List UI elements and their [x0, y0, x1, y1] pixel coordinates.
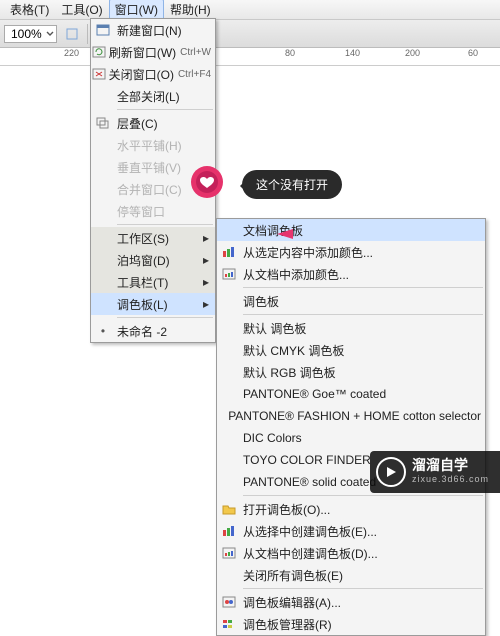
submenu-pantone-fashion[interactable]: PANTONE® FASHION + HOME cotton selector — [217, 405, 485, 427]
menu-help[interactable]: 帮助(H) — [164, 0, 217, 20]
chevron-right-icon: ▸ — [201, 297, 211, 311]
ruler-tick: 200 — [405, 48, 420, 58]
submenu-palette[interactable]: 调色板 — [217, 290, 485, 312]
submenu-palette-editor[interactable]: 调色板编辑器(A)... — [217, 591, 485, 613]
submenu-open-palette[interactable]: 打开调色板(O)... — [217, 498, 485, 520]
separator — [243, 588, 483, 589]
zoom-value: 100% — [7, 27, 46, 41]
submenu-add-from-document[interactable]: 从文档中添加颜色... — [217, 263, 485, 285]
chevron-right-icon: ▸ — [201, 253, 211, 267]
watermark-brand: 溜溜自学 — [412, 458, 489, 472]
menu-new-window[interactable]: 新建窗口(N) — [91, 19, 215, 41]
menu-dockers[interactable]: 泊坞窗(D) ▸ — [91, 249, 215, 271]
submenu-add-from-selection[interactable]: 从选定内容中添加颜色... — [217, 241, 485, 263]
palette-icon — [217, 242, 241, 262]
palette-doc-icon — [217, 543, 241, 563]
toolbar: 100% — [0, 20, 500, 48]
separator — [243, 495, 483, 496]
submenu-default-palette[interactable]: 默认 调色板 — [217, 317, 485, 339]
submenu-create-from-document[interactable]: 从文档中创建调色板(D)... — [217, 542, 485, 564]
manager-icon — [217, 614, 241, 634]
ruler-tick: 140 — [345, 48, 360, 58]
watermark-url: zixue.3d66.com — [412, 472, 489, 486]
menu-toolbars[interactable]: 工具栏(T) ▸ — [91, 271, 215, 293]
editor-icon — [217, 592, 241, 612]
palettes-submenu: 文档调色板 从选定内容中添加颜色... 从文档中添加颜色... 调色板 默认 调… — [216, 218, 486, 636]
submenu-close-all-palettes[interactable]: 关闭所有调色板(E) — [217, 564, 485, 586]
submenu-create-from-selection[interactable]: 从选择中创建调色板(E)... — [217, 520, 485, 542]
separator — [243, 287, 483, 288]
annotation-arrow — [275, 225, 475, 243]
menu-refresh-window[interactable]: 刷新窗口(W) Ctrl+W — [91, 41, 215, 63]
watermark: 溜溜自学 zixue.3d66.com — [370, 451, 500, 493]
menu-h-tile: 水平平铺(H) — [91, 134, 215, 156]
separator — [117, 109, 213, 110]
submenu-dic-colors[interactable]: DIC Colors — [217, 427, 485, 449]
toolbar-button-a[interactable] — [63, 25, 81, 43]
menubar: 表格(T) 工具(O) 窗口(W) 帮助(H) — [0, 0, 500, 20]
separator — [117, 317, 213, 318]
menu-doc-untitled[interactable]: • 未命名 -2 — [91, 320, 215, 342]
separator — [117, 224, 213, 225]
menu-table[interactable]: 表格(T) — [4, 0, 55, 20]
menu-close-window[interactable]: 关闭窗口(O) Ctrl+F4 — [91, 63, 215, 85]
menu-cascade[interactable]: 层叠(C) — [91, 112, 215, 134]
chevron-right-icon: ▸ — [201, 275, 211, 289]
chevron-down-icon — [46, 30, 54, 38]
horizontal-ruler: 220 80 140 200 60 — [0, 48, 500, 66]
play-icon — [376, 457, 406, 487]
separator — [87, 24, 88, 44]
submenu-pantone-goe[interactable]: PANTONE® Goe™ coated — [217, 383, 485, 405]
ruler-tick: 80 — [285, 48, 295, 58]
folder-open-icon — [217, 499, 241, 519]
close-window-icon — [91, 64, 107, 84]
palette-icon — [217, 264, 241, 284]
zoom-combo[interactable]: 100% — [4, 25, 57, 43]
annotation-text: 这个没有打开 — [242, 170, 342, 199]
new-window-icon — [91, 20, 115, 40]
menu-color-palettes[interactable]: 调色板(L) ▸ — [91, 293, 215, 315]
heart-pin-icon — [186, 164, 228, 206]
chevron-right-icon: ▸ — [201, 231, 211, 245]
menu-close-all[interactable]: 全部关闭(L) — [91, 85, 215, 107]
refresh-icon — [91, 42, 107, 62]
palette-new-icon — [217, 521, 241, 541]
menu-tools[interactable]: 工具(O) — [55, 0, 108, 20]
annotation-callout: 这个没有打开 — [186, 164, 228, 206]
cascade-icon — [91, 113, 115, 133]
ruler-tick: 60 — [468, 48, 478, 58]
bullet-icon: • — [91, 321, 115, 341]
ruler-tick: 220 — [64, 48, 79, 58]
separator — [243, 314, 483, 315]
submenu-cmyk-palette[interactable]: 默认 CMYK 调色板 — [217, 339, 485, 361]
menu-workspace[interactable]: 工作区(S) ▸ — [91, 227, 215, 249]
submenu-palette-manager[interactable]: 调色板管理器(R) — [217, 613, 485, 635]
menu-window[interactable]: 窗口(W) — [109, 0, 164, 20]
submenu-rgb-palette[interactable]: 默认 RGB 调色板 — [217, 361, 485, 383]
